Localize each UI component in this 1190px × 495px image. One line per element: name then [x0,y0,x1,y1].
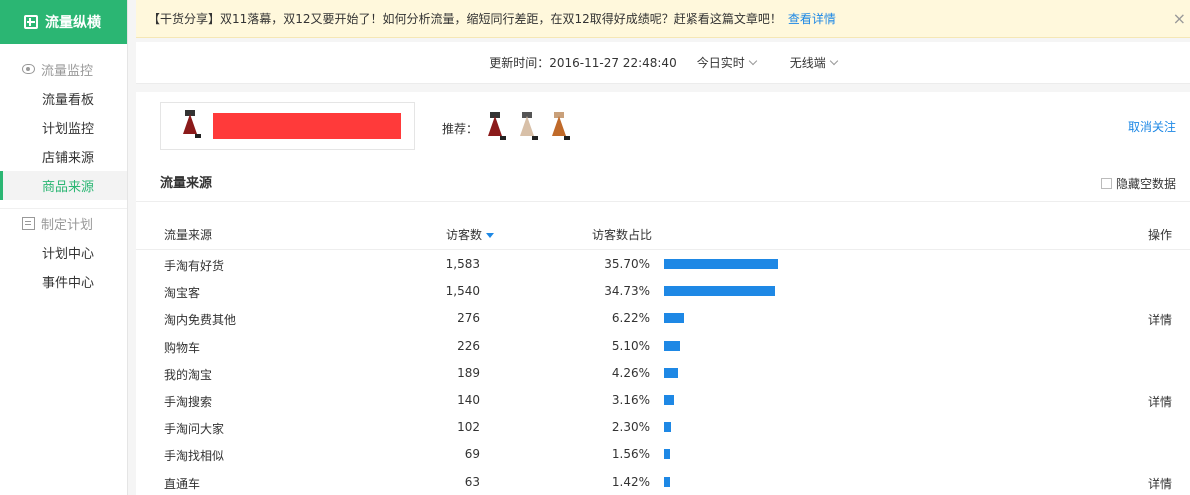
source-name: 手淘搜索 [164,395,213,409]
eye-icon [22,64,35,74]
update-bar: 更新时间：2016-11-27 22:48:40 今日实时 无线端 [136,42,1190,84]
period-label: 今日实时 [696,56,745,70]
hide-empty-label: 隐藏空数据 [1115,177,1176,191]
source-name: 我的淘宝 [164,367,213,382]
visitor-share: 34.73% [604,284,650,299]
table-row: 直通车 63 1.42% 详情 [136,469,1190,495]
table-row: 手淘搜索 140 3.16% 详情 [136,387,1190,414]
source-name: 直通车 [164,476,201,491]
chevron-down-icon [748,56,757,66]
update-time: 更新时间：2016-11-27 22:48:40 [489,56,677,70]
visitor-count: 140 [457,393,480,407]
col-header-share: 访客数占比 [592,228,653,242]
unfollow-link[interactable]: 取消关注 [1128,118,1176,135]
brand-logo-icon [24,15,38,29]
brand-header[interactable]: 流量纵横 [0,0,127,44]
hide-empty-toggle[interactable]: 隐藏空数据 [1100,175,1176,192]
detail-link[interactable]: 详情 [1148,311,1172,328]
recommend-thumbnail[interactable] [546,112,574,144]
source-name: 淘内免费其他 [164,313,237,328]
col-header-visitors[interactable]: 访客数 [446,226,495,243]
source-name: 手淘找相似 [164,449,225,464]
table-row: 购物车 226 5.10% [136,333,1190,360]
sidebar-section-label: 流量监控 [41,63,94,79]
share-bar [664,367,678,378]
sidebar-item-traffic-board[interactable]: 流量看板 [0,84,127,113]
visitor-share: 3.16% [611,393,650,407]
sidebar-item-event-center[interactable]: 事件中心 [0,267,127,296]
device-label: 无线端 [789,56,826,70]
table-row: 淘宝客 1,540 34.73% [136,278,1190,305]
visitor-count: 69 [464,447,480,462]
visitor-share: 2.30% [611,420,650,435]
section-title: 流量来源 [160,176,213,191]
share-bar [664,395,674,405]
recommend-thumbnail[interactable] [514,112,542,144]
col-header-action: 操作 [1147,228,1172,242]
visitor-count: 1,583 [445,257,480,271]
visitor-count: 102 [457,420,480,435]
period-dropdown[interactable]: 今日实时 [696,54,757,71]
notice-text: 【干货分享】双11落幕，双12又要开始了！如何分析流量，缩短同行差距，在双12取… [148,12,782,26]
visitor-count: 1,540 [445,284,480,299]
visitor-count: 189 [457,365,480,380]
share-bar [664,313,684,324]
recommend-label: 推荐： [442,121,479,136]
notice-banner: 【干货分享】双11落幕，双12又要开始了！如何分析流量，缩短同行差距，在双12取… [136,0,1190,38]
detail-link[interactable]: 详情 [1148,475,1172,492]
visitor-share: 4.26% [611,365,650,380]
share-bar [664,340,680,351]
sidebar-item-plan-monitor[interactable]: 计划监控 [0,113,127,142]
product-thumbnail [177,110,205,142]
col-header-source: 流量来源 [164,228,213,242]
sidebar-item-store-source[interactable]: 店铺来源 [0,142,127,171]
share-bar [664,476,670,487]
sidebar-section-plan[interactable]: 制定计划 [0,208,127,238]
close-icon[interactable]: × [1173,9,1186,28]
share-bar [664,259,778,269]
product-card[interactable] [160,102,415,150]
recommend-bar: 推荐： [442,112,574,144]
share-bar [664,449,670,460]
traffic-section-header: 流量来源 隐藏空数据 [136,162,1190,202]
visitor-count: 276 [457,311,480,326]
brand-title: 流量纵横 [45,15,101,31]
recommend-thumbnail[interactable] [482,112,510,144]
visitor-count: 63 [464,474,480,489]
col-header-visitors-label: 访客数 [446,228,483,242]
sidebar-item-product-source[interactable]: 商品来源 [0,171,127,200]
source-name: 淘宝客 [164,286,201,301]
main-panel: 推荐： 取消关注 流量来源 隐藏空数据 流量来源 访客数 访客数占比 操作 手淘… [136,92,1190,495]
detail-link[interactable]: 详情 [1148,393,1172,410]
source-name: 手淘问大家 [164,422,225,437]
chevron-down-icon [829,56,838,66]
table-header: 流量来源 访客数 访客数占比 操作 [136,218,1190,250]
visitor-count: 226 [457,338,480,353]
table-row: 手淘问大家 102 2.30% [136,414,1190,441]
device-dropdown[interactable]: 无线端 [789,54,838,71]
visitor-share: 1.56% [611,447,650,462]
redacted-product-title [213,113,401,139]
source-name: 手淘有好货 [164,259,225,273]
visitor-share: 5.10% [611,338,650,353]
source-name: 购物车 [164,340,201,355]
sort-desc-icon[interactable] [486,233,495,238]
table-row: 我的淘宝 189 4.26% [136,360,1190,387]
visitor-share: 1.42% [611,474,650,489]
visitor-share: 35.70% [604,257,650,271]
sidebar-section-label: 制定计划 [41,218,94,233]
table-row: 手淘找相似 69 1.56% [136,441,1190,468]
document-icon [22,217,35,230]
checkbox[interactable] [1100,178,1112,189]
share-bar [664,286,775,297]
visitor-share: 6.22% [611,311,650,326]
sidebar-section-monitor[interactable]: 流量监控 [0,54,127,84]
sidebar: 流量纵横 流量监控 流量看板 计划监控 店铺来源 商品来源 制定计划 计划中心 … [0,0,128,495]
table-row: 手淘有好货 1,583 35.70% [136,251,1190,278]
share-bar [664,422,671,433]
table-row: 淘内免费其他 276 6.22% 详情 [136,305,1190,332]
notice-detail-link[interactable]: 查看详情 [788,10,836,27]
sidebar-item-plan-center[interactable]: 计划中心 [0,238,127,267]
